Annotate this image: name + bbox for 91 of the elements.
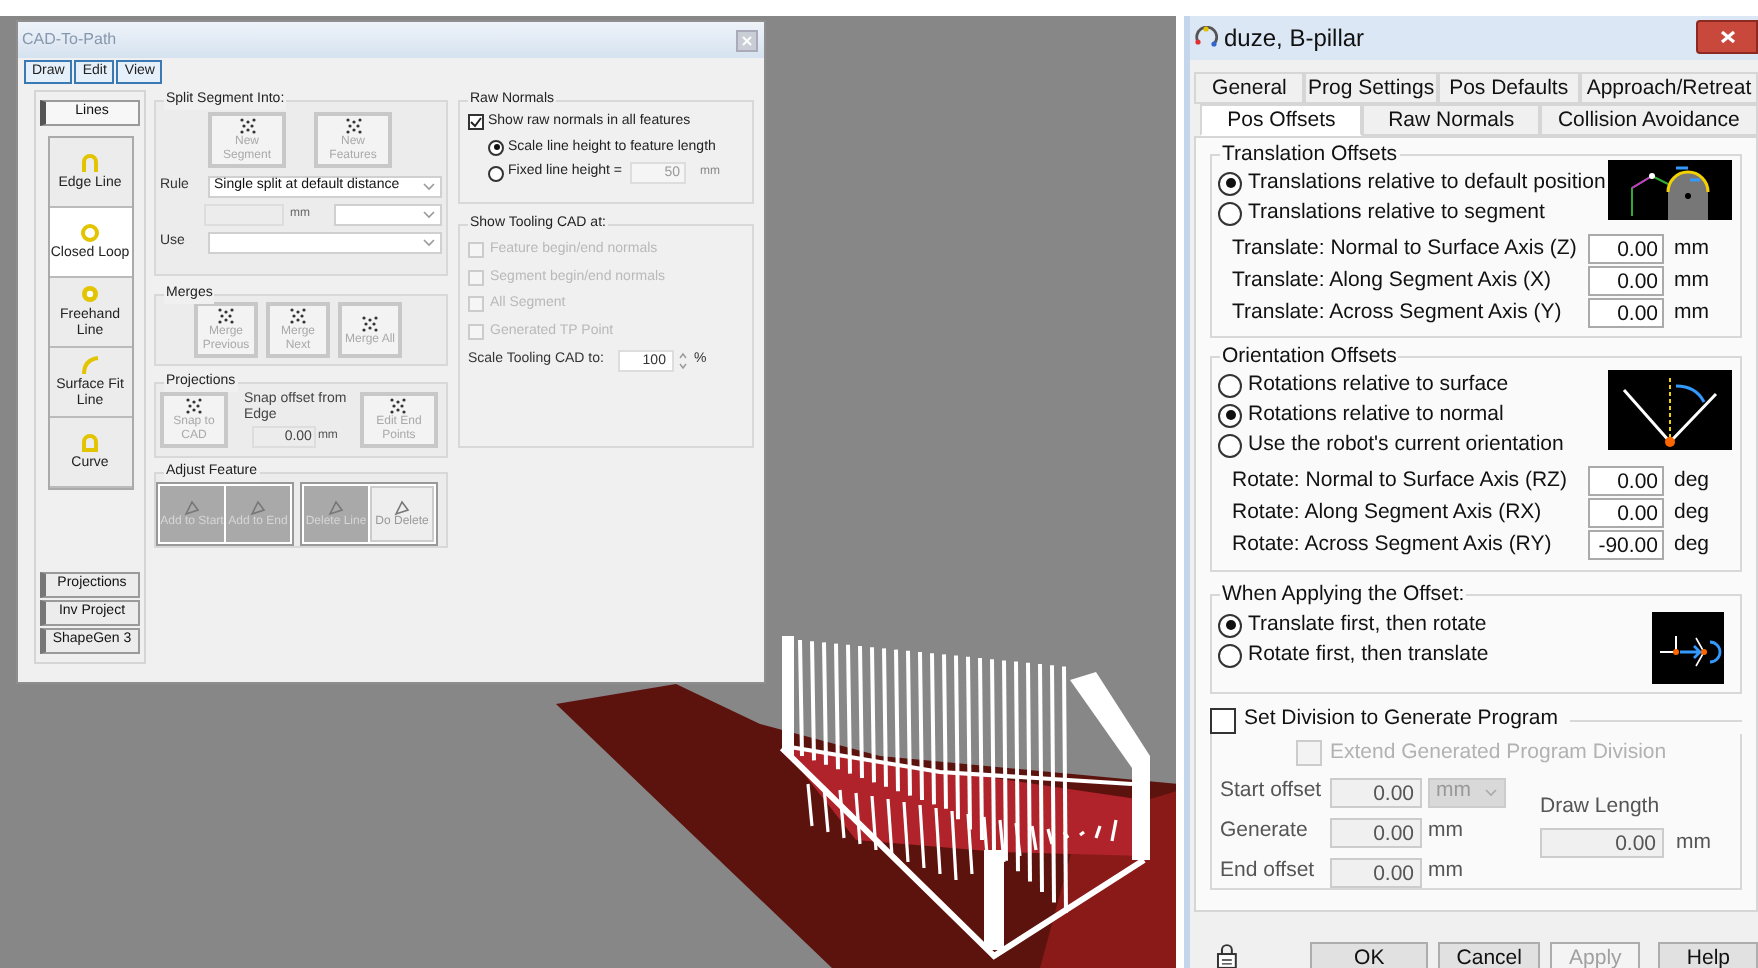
unit-label: mm: [1674, 265, 1709, 296]
close-icon: [1719, 30, 1735, 44]
input-field[interactable]: 0.00: [1588, 298, 1664, 328]
field-label: Start offset: [1220, 776, 1324, 807]
group-title: When Applying the Offset:: [1220, 584, 1467, 604]
chevron-down-icon: [422, 182, 436, 192]
field-label: Generate: [1220, 816, 1310, 847]
dots-icon: [388, 396, 409, 416]
unit-label: mm: [1428, 816, 1463, 847]
field-label: Translate: Along Segment Axis (X): [1232, 265, 1554, 296]
dialog-button[interactable]: Cancel: [1438, 942, 1540, 968]
field-label: End offset: [1220, 856, 1317, 887]
dropdown-value: mm: [1436, 776, 1471, 807]
radio-button[interactable]: [1218, 171, 1242, 195]
tab[interactable]: Pos Defaults: [1437, 72, 1580, 104]
field-label: Rotate: Along Segment Axis (RX): [1232, 497, 1544, 528]
option-label: Extend Generated Program Division: [1330, 738, 1667, 768]
option-label: Rotations relative to normal: [1248, 399, 1504, 430]
line-tool-icon: [80, 354, 100, 376]
unit-label: mm: [1674, 297, 1709, 328]
input-field[interactable]: -90.00: [1588, 530, 1664, 560]
unit-label: mm: [1428, 856, 1463, 887]
tab[interactable]: Approach/Retreat: [1579, 72, 1758, 104]
input-field[interactable]: 0.00: [1588, 498, 1664, 528]
checkbox[interactable]: [468, 114, 484, 131]
radio-button[interactable]: [1218, 433, 1242, 457]
dots-icon: [216, 306, 236, 326]
translation-diagram-icon: [1608, 160, 1732, 220]
unit-label: deg: [1674, 465, 1710, 496]
check-icon: [470, 116, 482, 129]
spinner-icon: [677, 352, 688, 370]
input-field[interactable]: 0.00: [1588, 234, 1664, 264]
input-field[interactable]: 0.00: [1330, 777, 1422, 808]
tab[interactable]: Raw Normals: [1362, 104, 1540, 136]
dots-icon: [343, 116, 363, 136]
radio-button[interactable]: [1218, 643, 1242, 667]
dots-icon: [288, 306, 308, 326]
option-label: Translations relative to default position: [1248, 167, 1606, 198]
loop-icon: [1194, 26, 1218, 50]
radio-button[interactable]: [488, 139, 504, 156]
field-label: Rotate: Normal to Surface Axis (RZ): [1232, 465, 1569, 496]
line-tool-icon: [80, 222, 100, 244]
dots-icon: [183, 396, 204, 416]
radio-button[interactable]: [1218, 403, 1242, 427]
line-tool-icon: [80, 152, 100, 174]
order-diagram-icon: [1652, 612, 1724, 684]
unit-label: mm: [1676, 827, 1711, 857]
dialog-button[interactable]: OK: [1309, 942, 1429, 968]
radio-button[interactable]: [1218, 201, 1242, 225]
input-field[interactable]: 0.00: [1330, 857, 1422, 888]
option-label: Rotations relative to surface: [1248, 369, 1509, 400]
option-label: Use the robot's current orientation: [1248, 429, 1564, 460]
field-label: Draw Length: [1540, 791, 1662, 822]
radio-button[interactable]: [1218, 613, 1242, 637]
field-label: Translate: Across Segment Axis (Y): [1232, 297, 1564, 328]
tab[interactable]: General: [1194, 72, 1305, 104]
close-icon: [742, 35, 752, 45]
dots-icon: [237, 116, 257, 136]
input-field[interactable]: 0.00: [1330, 817, 1422, 848]
line-tool-icon: [80, 284, 100, 306]
unit-label: deg: [1674, 497, 1710, 528]
tab[interactable]: Collision Avoidance: [1539, 104, 1758, 136]
window-title: CAD-To-Path: [22, 28, 117, 52]
chevron-down-icon: [1484, 787, 1498, 798]
option-label: Translations relative to segment: [1248, 197, 1545, 228]
input-field[interactable]: 0.00: [1540, 827, 1664, 858]
window-title: duze, B-pillar: [1224, 22, 1365, 56]
close-button[interactable]: [1696, 20, 1758, 54]
field-label: Rotate: Across Segment Axis (RY): [1232, 529, 1554, 560]
option-label: Translate first, then rotate: [1248, 609, 1487, 640]
group-title: Orientation Offsets: [1220, 346, 1399, 366]
line-tool-icon: [80, 432, 100, 454]
tab[interactable]: Prog Settings: [1304, 72, 1438, 104]
checkbox[interactable]: [1210, 707, 1236, 733]
group-title: Translation Offsets: [1220, 144, 1400, 164]
tab[interactable]: Pos Offsets: [1200, 104, 1363, 136]
dialog-button[interactable]: Help: [1658, 942, 1758, 968]
lock-icon: [1216, 944, 1238, 968]
chevron-down-icon: [422, 238, 436, 248]
input-field[interactable]: 0.00: [1588, 466, 1664, 496]
orientation-diagram-icon: [1608, 370, 1732, 450]
option-label: Set Division to Generate Program: [1244, 704, 1558, 735]
radio-button[interactable]: [488, 165, 504, 181]
option-label: Rotate first, then translate: [1248, 639, 1489, 670]
chevron-down-icon: [422, 210, 436, 220]
unit-label: deg: [1674, 529, 1710, 560]
field-label: Translate: Normal to Surface Axis (Z): [1232, 233, 1579, 264]
input-field[interactable]: 0.00: [1588, 266, 1664, 296]
dots-icon: [360, 313, 380, 333]
unit-label: mm: [1674, 233, 1709, 264]
radio-button[interactable]: [1218, 373, 1242, 397]
